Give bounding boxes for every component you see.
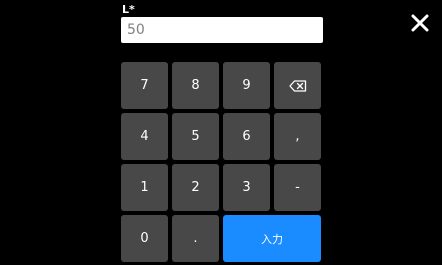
key-3[interactable]: 3 (223, 164, 270, 211)
key-comma[interactable]: , (274, 113, 321, 160)
key-6[interactable]: 6 (223, 113, 270, 160)
key-8[interactable]: 8 (172, 62, 219, 109)
numeric-keypad: 7 8 9 4 5 6 , 1 2 3 - 0 . 入力 (121, 62, 323, 264)
backspace-icon (288, 79, 306, 92)
key-4[interactable]: 4 (121, 113, 168, 160)
close-icon (411, 14, 429, 32)
field-label: L* (122, 3, 135, 16)
enter-button[interactable]: 入力 (223, 215, 321, 262)
key-decimal-point[interactable]: . (172, 215, 219, 262)
key-9[interactable]: 9 (223, 62, 270, 109)
key-0[interactable]: 0 (121, 215, 168, 262)
backspace-key[interactable] (274, 62, 321, 109)
key-minus[interactable]: - (274, 164, 321, 211)
key-2[interactable]: 2 (172, 164, 219, 211)
key-1[interactable]: 1 (121, 164, 168, 211)
value-input[interactable] (121, 17, 323, 43)
close-button[interactable] (408, 11, 432, 35)
key-5[interactable]: 5 (172, 113, 219, 160)
key-7[interactable]: 7 (121, 62, 168, 109)
